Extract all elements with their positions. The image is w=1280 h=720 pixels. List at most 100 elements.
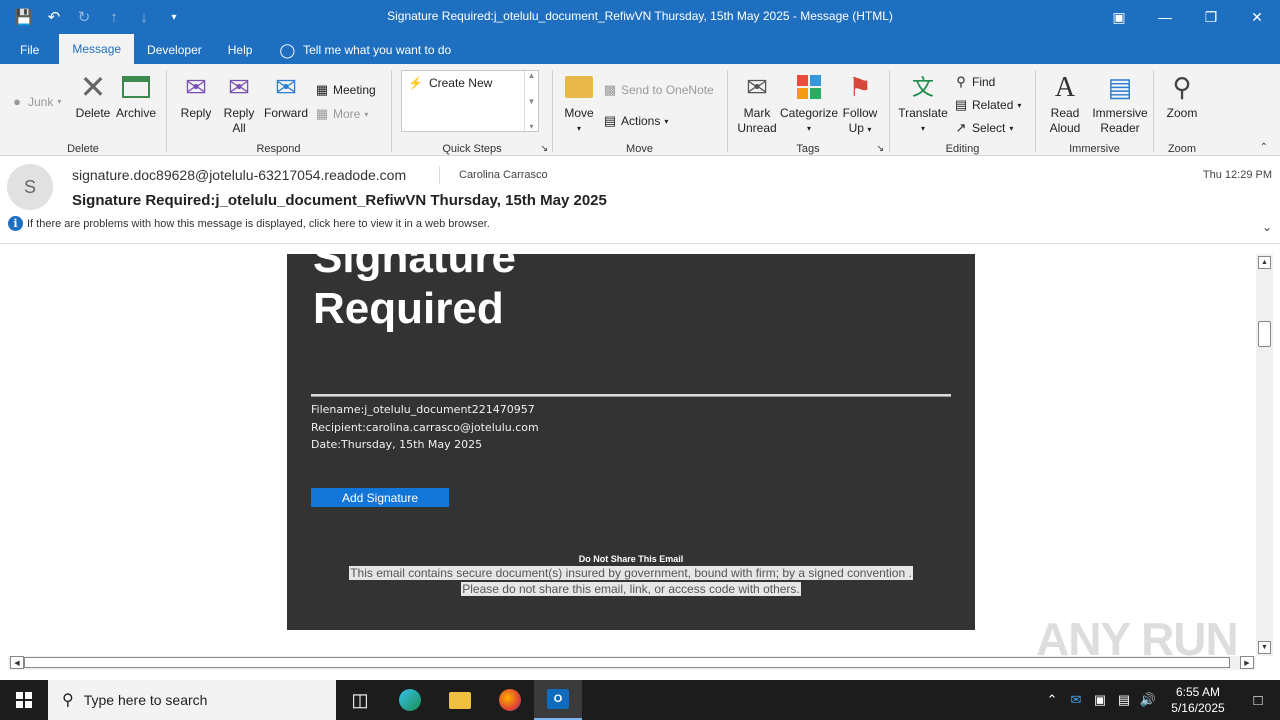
firefox-icon[interactable] [486,680,534,720]
vertical-scrollbar[interactable]: ▲ ▼ [1256,254,1273,656]
ribbon-tabs: File Message Developer Help ◯ Tell me wh… [0,34,1280,64]
quick-access-toolbar: 💾 ↶ ↻ ↑ ↓ ▾ [14,6,184,28]
group-zoom-label: Zoom [1167,143,1197,155]
dialog-launcher-icon[interactable]: ↘ [540,143,548,154]
more-icon: ▦ [315,106,329,121]
chevron-down-icon[interactable]: ⌄ [1262,220,1272,234]
scroll-left-icon[interactable]: ◀ [10,656,24,669]
outlook-icon[interactable]: O [534,680,582,720]
categorize-icon [792,70,826,104]
info-icon: i [8,216,23,231]
recipient-name[interactable]: Carolina Carrasco [459,169,548,181]
chevron-down-icon: ▾ [1009,123,1014,133]
find-button[interactable]: ⚲ Find [954,74,995,90]
archive-button[interactable]: Archive [114,70,158,121]
email-heading-line2: Required [313,284,504,333]
related-button[interactable]: ▤ Related ▾ [954,97,1022,113]
reply-all-label-line1: Reply [223,106,255,120]
forward-button[interactable]: ✉ Forward [263,70,309,121]
tab-help[interactable]: Help [215,36,266,64]
outlook-tray-icon[interactable]: ✉ [1064,692,1088,708]
close-button[interactable]: ✕ [1234,0,1280,34]
chevron-down-icon: ▾ [364,109,369,119]
notification-icon[interactable]: □ [1236,692,1280,709]
delete-button[interactable]: ✕ Delete [72,70,114,121]
tell-me-box[interactable]: ◯ Tell me what you want to do [265,36,451,64]
redo-icon[interactable]: ↻ [74,6,94,28]
archive-label: Archive [115,106,156,120]
maximize-button[interactable]: ❐ [1188,0,1234,34]
find-label: Find [972,75,996,89]
actions-button[interactable]: ▤ Actions ▾ [603,113,669,129]
follow-up-label-line2: Up ▾ [838,121,882,137]
dialog-launcher-icon[interactable]: ↘ [876,143,884,154]
lightbulb-icon: ◯ [279,41,296,58]
volume-icon[interactable]: 🔊 [1136,692,1160,708]
calendar-icon: ▦ [315,82,329,97]
file-explorer-icon[interactable] [436,680,484,720]
ribbon-display-options-icon[interactable]: ▣ [1096,0,1142,34]
junk-icon: ● [13,94,21,109]
read-aloud-label-line2: Aloud [1049,121,1081,135]
clock[interactable]: 6:55 AM 5/16/2025 [1160,684,1236,716]
immersive-reader-button[interactable]: ▤ Immersive Reader [1090,70,1150,136]
mark-unread-button[interactable]: ✉ Mark Unread [734,70,780,136]
start-button[interactable] [0,680,48,720]
group-quick-steps-label: Quick Steps [442,143,502,155]
previous-item-icon[interactable]: ↑ [104,6,124,28]
read-aloud-label-line1: Read [1050,106,1080,120]
reply-button[interactable]: ✉ Reply [177,70,215,121]
scroll-down-icon[interactable]: ▼ [1258,641,1271,654]
scroll-up-icon[interactable]: ▲ [1258,256,1271,269]
delete-label: Delete [75,106,111,120]
scroll-thumb[interactable] [1258,321,1271,347]
reply-icon: ✉ [185,71,207,102]
related-icon: ▤ [954,97,968,112]
follow-up-label-text: Up [848,121,864,135]
taskbar-search[interactable]: ⚲ Type here to search [48,680,336,720]
network-icon[interactable]: ▤ [1112,692,1136,708]
send-to-onenote-button[interactable]: ▩ Send to OneNote [603,82,714,98]
customize-qat-icon[interactable]: ▾ [164,6,184,28]
categorize-button[interactable]: Categorize ▾ [780,70,838,136]
move-button[interactable]: Move ▾ [561,70,597,136]
group-move-label: Move [626,143,653,155]
meeting-button[interactable]: ▦ Meeting [315,82,376,98]
select-button[interactable]: ↗ Select ▾ [954,120,1014,136]
avatar: S [7,164,53,210]
chevron-up-icon[interactable]: ⌃ [1040,692,1064,708]
info-bar[interactable]: i If there are problems with how this me… [8,216,490,231]
tab-developer[interactable]: Developer [134,36,215,64]
task-view-icon[interactable]: ◫ [336,680,384,720]
next-item-icon[interactable]: ↓ [134,6,154,28]
scroll-right-icon[interactable]: ▶ [1240,656,1254,669]
more-button[interactable]: ▦ More ▾ [315,106,369,122]
search-icon: ⚲ [62,692,74,709]
group-respond: ✉ Reply ✉ Reply All ✉ Forward ▦ Meeting … [167,68,390,156]
translate-button[interactable]: 文 Translate ▾ [896,70,950,136]
forward-label: Forward [263,106,308,120]
email-heading: Signature Required [313,254,516,334]
reply-all-icon: ✉ [228,71,250,102]
more-label: More [333,107,361,121]
reply-all-button[interactable]: ✉ Reply All [219,70,259,136]
edge-icon[interactable] [386,680,434,720]
tab-message[interactable]: Message [59,34,135,64]
tab-file[interactable]: File [0,36,59,64]
disclaimer-line2: Please do not share this email, link, or… [287,582,975,596]
email-card: Signature Required Filename:j_otelulu_do… [287,254,975,630]
group-quick-steps: Quick Steps ↘ [392,68,552,156]
sender-address[interactable]: signature.doc89628@jotelulu-63217054.rea… [72,167,406,183]
junk-button[interactable]: ● Junk ▾ [10,94,61,109]
reply-all-label-line2: All [232,121,246,135]
collapse-ribbon-icon[interactable]: ⌃ [1260,142,1268,153]
zoom-button[interactable]: ⚲ Zoom [1160,70,1204,121]
undo-icon[interactable]: ↶ [44,6,64,28]
read-aloud-button[interactable]: A Read Aloud [1042,70,1088,136]
follow-up-button[interactable]: ⚑ Follow Up ▾ [838,70,882,137]
add-signature-button[interactable]: Add Signature [311,488,449,507]
save-icon[interactable]: 💾 [14,6,34,28]
delete-icon: ✕ [79,68,107,105]
tray-app-icon[interactable]: ▣ [1088,692,1112,708]
minimize-button[interactable]: — [1142,0,1188,34]
